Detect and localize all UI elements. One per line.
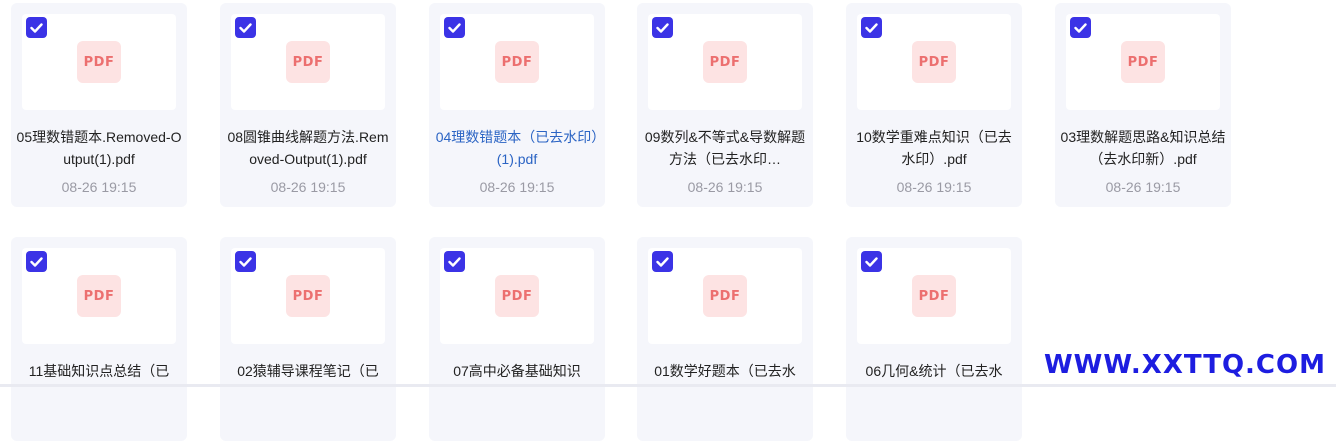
pdf-icon: PDF <box>703 41 747 83</box>
pdf-icon: PDF <box>495 275 539 317</box>
checkbox-checked[interactable] <box>652 17 673 38</box>
file-name[interactable]: 09数列&不等式&导数解题方法（已去水印… <box>641 126 809 170</box>
file-time: 08-26 19:15 <box>479 179 555 195</box>
file-time: 08-26 19:15 <box>1105 179 1181 195</box>
pdf-icon: PDF <box>1121 41 1165 83</box>
pdf-icon: PDF <box>77 275 121 317</box>
checkbox-checked[interactable] <box>444 17 465 38</box>
pdf-icon: PDF <box>495 41 539 83</box>
check-icon <box>1074 22 1087 33</box>
file-card[interactable]: PDF 11基础知识点总结（已 <box>11 237 187 441</box>
file-time: 08-26 19:15 <box>896 179 972 195</box>
pdf-icon: PDF <box>286 275 330 317</box>
check-icon <box>656 22 669 33</box>
checkbox-checked[interactable] <box>235 17 256 38</box>
checkbox-checked[interactable] <box>652 251 673 272</box>
check-icon <box>30 256 43 267</box>
file-card[interactable]: PDF 08圆锥曲线解题方法.Removed-Output(1).pdf 08-… <box>220 3 396 207</box>
file-card[interactable]: PDF 05理数错题本.Removed-Output(1).pdf 08-26 … <box>11 3 187 207</box>
check-icon <box>865 256 878 267</box>
file-card[interactable]: PDF 09数列&不等式&导数解题方法（已去水印… 08-26 19:15 <box>637 3 813 207</box>
checkbox-checked[interactable] <box>861 17 882 38</box>
file-name[interactable]: 02猿辅导课程笔记（已 <box>224 360 392 382</box>
pdf-icon: PDF <box>703 275 747 317</box>
pdf-icon: PDF <box>77 41 121 83</box>
file-name[interactable]: 04理数错题本（已去水印）(1).pdf <box>433 126 601 170</box>
file-name[interactable]: 07高中必备基础知识 <box>433 360 601 382</box>
file-card[interactable]: PDF 07高中必备基础知识 <box>429 237 605 441</box>
file-card[interactable]: PDF 04理数错题本（已去水印）(1).pdf 08-26 19:15 <box>429 3 605 207</box>
file-name[interactable]: 05理数错题本.Removed-Output(1).pdf <box>15 126 183 170</box>
check-icon <box>448 256 461 267</box>
pdf-icon: PDF <box>912 275 956 317</box>
watermark-text: WWW.XXTTQ.COM <box>1040 347 1330 383</box>
pdf-icon: PDF <box>286 41 330 83</box>
checkbox-checked[interactable] <box>26 251 47 272</box>
check-icon <box>448 22 461 33</box>
file-card[interactable]: PDF 02猿辅导课程笔记（已 <box>220 237 396 441</box>
check-icon <box>30 22 43 33</box>
file-card[interactable]: PDF 10数学重难点知识（已去水印）.pdf 08-26 19:15 <box>846 3 1022 207</box>
check-icon <box>239 256 252 267</box>
file-name[interactable]: 03理数解题思路&知识总结（去水印新）.pdf <box>1059 126 1227 170</box>
checkbox-checked[interactable] <box>861 251 882 272</box>
file-card[interactable]: PDF 06几何&统计（已去水 <box>846 237 1022 441</box>
file-grid: PDF 05理数错题本.Removed-Output(1).pdf 08-26 … <box>0 0 1336 441</box>
file-time: 08-26 19:15 <box>687 179 763 195</box>
file-name[interactable]: 11基础知识点总结（已 <box>15 360 183 382</box>
check-icon <box>239 22 252 33</box>
file-name[interactable]: 06几何&统计（已去水 <box>850 360 1018 382</box>
check-icon <box>865 22 878 33</box>
check-icon <box>656 256 669 267</box>
file-card[interactable]: PDF 01数学好题本（已去水 <box>637 237 813 441</box>
file-card[interactable]: PDF 03理数解题思路&知识总结（去水印新）.pdf 08-26 19:15 <box>1055 3 1231 207</box>
file-name[interactable]: 10数学重难点知识（已去水印）.pdf <box>850 126 1018 170</box>
checkbox-checked[interactable] <box>1070 17 1091 38</box>
file-time: 08-26 19:15 <box>61 179 137 195</box>
file-name[interactable]: 08圆锥曲线解题方法.Removed-Output(1).pdf <box>224 126 392 170</box>
file-time: 08-26 19:15 <box>270 179 346 195</box>
checkbox-checked[interactable] <box>26 17 47 38</box>
checkbox-checked[interactable] <box>235 251 256 272</box>
checkbox-checked[interactable] <box>444 251 465 272</box>
pdf-icon: PDF <box>912 41 956 83</box>
file-name[interactable]: 01数学好题本（已去水 <box>641 360 809 382</box>
